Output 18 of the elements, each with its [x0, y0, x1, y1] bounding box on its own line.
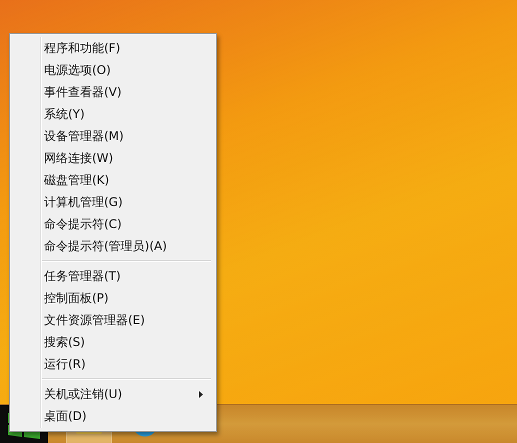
- menu-item[interactable]: 文件资源管理器(E): [13, 309, 213, 331]
- menu-item[interactable]: 任务管理器(T): [13, 265, 213, 287]
- submenu-arrow-icon: [199, 390, 203, 398]
- menu-item[interactable]: 网络连接(W): [13, 147, 213, 169]
- menu-item[interactable]: 关机或注销(U): [13, 383, 213, 405]
- menu-item[interactable]: 运行(R): [13, 353, 213, 375]
- menu-item[interactable]: 命令提示符(管理员)(A): [13, 235, 213, 257]
- menu-item[interactable]: 电源选项(O): [13, 59, 213, 81]
- menu-item[interactable]: 控制面板(P): [13, 287, 213, 309]
- menu-item[interactable]: 桌面(D): [13, 405, 213, 427]
- menu-item[interactable]: 事件查看器(V): [13, 81, 213, 103]
- menu-item[interactable]: 系统(Y): [13, 103, 213, 125]
- menu-item[interactable]: 计算机管理(G): [13, 191, 213, 213]
- menu-item[interactable]: 磁盘管理(K): [13, 169, 213, 191]
- menu-item[interactable]: 程序和功能(F): [13, 37, 213, 59]
- menu-item[interactable]: 命令提示符(C): [13, 213, 213, 235]
- menu-item[interactable]: 设备管理器(M): [13, 125, 213, 147]
- menu-item[interactable]: 搜索(S): [13, 331, 213, 353]
